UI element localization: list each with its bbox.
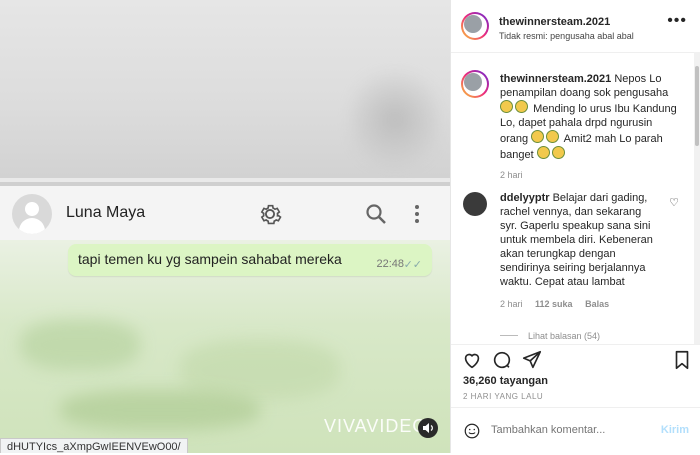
posted-time: 2 HARI YANG LALU	[463, 392, 544, 401]
emoji-icon	[536, 146, 550, 159]
watermark: VIVAVIDEO	[324, 416, 428, 436]
header-username[interactable]: thewinnersteam.2021	[499, 16, 610, 28]
caption-avatar[interactable]	[461, 70, 489, 98]
emoji-icon	[531, 130, 545, 143]
comment-icon[interactable]	[491, 349, 513, 371]
comment-body: Belajar dari gading, rachel vennya, dan …	[500, 192, 653, 288]
kebab-menu-icon	[415, 205, 419, 223]
send-button[interactable]: Kirim	[661, 424, 689, 436]
heart-icon[interactable]: ♡	[669, 196, 679, 209]
avatar[interactable]	[461, 12, 489, 40]
gear-icon	[260, 204, 282, 225]
scrollbar-thumb[interactable]	[695, 66, 699, 146]
caption: thewinnersteam.2021 Nepos Lo penampilan …	[500, 72, 680, 182]
contact-name: Luna Maya	[66, 204, 146, 221]
scrollbar[interactable]	[694, 52, 700, 344]
comment-time: 2 hari	[500, 299, 523, 309]
emoji-icon	[546, 130, 560, 143]
avatar-placeholder-icon	[12, 194, 52, 234]
emoji-icon	[515, 100, 528, 113]
comment-avatar[interactable]	[463, 192, 487, 216]
more-horizontal-icon[interactable]: •••	[667, 12, 687, 30]
view-count[interactable]: 36,260 tayangan	[463, 375, 548, 387]
caption-username[interactable]: thewinnersteam.2021	[500, 73, 611, 85]
comment-likes[interactable]: 112 suka	[535, 299, 573, 309]
search-icon	[366, 204, 386, 224]
chat-header: Luna Maya	[0, 182, 450, 240]
post-sidebar: thewinnersteam.2021 Tidak resmi: pengusa…	[450, 0, 700, 453]
view-replies-label: Lihat balasan (54)	[528, 331, 601, 341]
message-time: 22:48	[376, 258, 404, 270]
view-replies-link[interactable]: Lihat balasan (54)	[500, 329, 660, 343]
message-bubble: tapi temen ku yg sampein sahabat mereka …	[68, 244, 432, 276]
share-icon[interactable]	[521, 349, 543, 371]
message-text: tapi temen ku yg sampein sahabat mereka	[78, 251, 342, 267]
comment-username[interactable]: ddelyyptr	[500, 192, 550, 204]
status-url: dHUTYIcs_aXmpGwIEENVEwO00/	[0, 438, 188, 453]
blur-smudge	[350, 60, 440, 180]
header-subtitle: Tidak resmi: pengusaha abal abal	[499, 31, 634, 41]
post-actions: 36,260 tayangan 2 HARI YANG LALU Kirim	[451, 344, 700, 454]
double-check-icon: ✓✓	[403, 259, 422, 271]
comment-input[interactable]	[491, 424, 641, 436]
blurred-background	[0, 0, 450, 180]
comments-scroll[interactable]: thewinnersteam.2021 Nepos Lo penampilan …	[451, 52, 700, 344]
emoji-icon	[551, 146, 565, 159]
emoji-icon[interactable]	[463, 422, 481, 440]
post-header: thewinnersteam.2021 Tidak resmi: pengusa…	[451, 0, 700, 53]
reply-button[interactable]: Balas	[585, 299, 609, 309]
emoji-icon	[500, 100, 513, 113]
volume-icon[interactable]	[418, 418, 438, 438]
video-panel[interactable]: Luna Maya tapi temen ku yg sampein sahab…	[0, 0, 450, 453]
bookmark-icon[interactable]	[671, 349, 693, 371]
add-comment-bar: Kirim	[451, 407, 700, 455]
comment: ddelyyptr Belajar dari gading, rachel ve…	[500, 191, 660, 343]
heart-icon[interactable]	[461, 349, 483, 371]
caption-time: 2 hari	[500, 170, 523, 180]
